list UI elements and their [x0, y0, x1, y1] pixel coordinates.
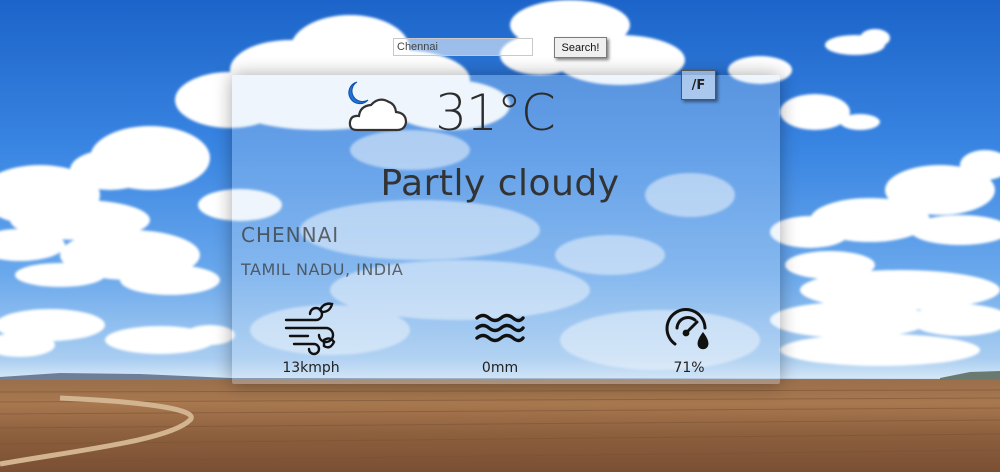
humidity-gauge-icon: [665, 308, 709, 350]
city-search-input[interactable]: [393, 38, 533, 56]
city-name: CHENNAI: [241, 223, 340, 247]
wind-icon: [284, 302, 336, 356]
region-name: TAMIL NADU, INDIA: [241, 260, 404, 279]
weather-condition: Partly cloudy: [380, 163, 620, 204]
temperature-unit-toggle-button[interactable]: /F: [681, 70, 716, 100]
precipitation-value: 0mm: [481, 360, 519, 376]
water-waves-icon: [475, 313, 525, 343]
humidity-value: 71%: [673, 360, 705, 376]
partly-cloudy-night-icon: [348, 81, 408, 132]
current-temperature: 31°C: [435, 84, 556, 142]
weather-app-background: Search! /F 31°C Partly cloudy CHENNAI TA…: [0, 0, 1000, 472]
wind-speed-value: 13kmph: [282, 360, 340, 376]
field-furrows: [0, 389, 1000, 467]
search-button[interactable]: Search!: [554, 37, 607, 58]
